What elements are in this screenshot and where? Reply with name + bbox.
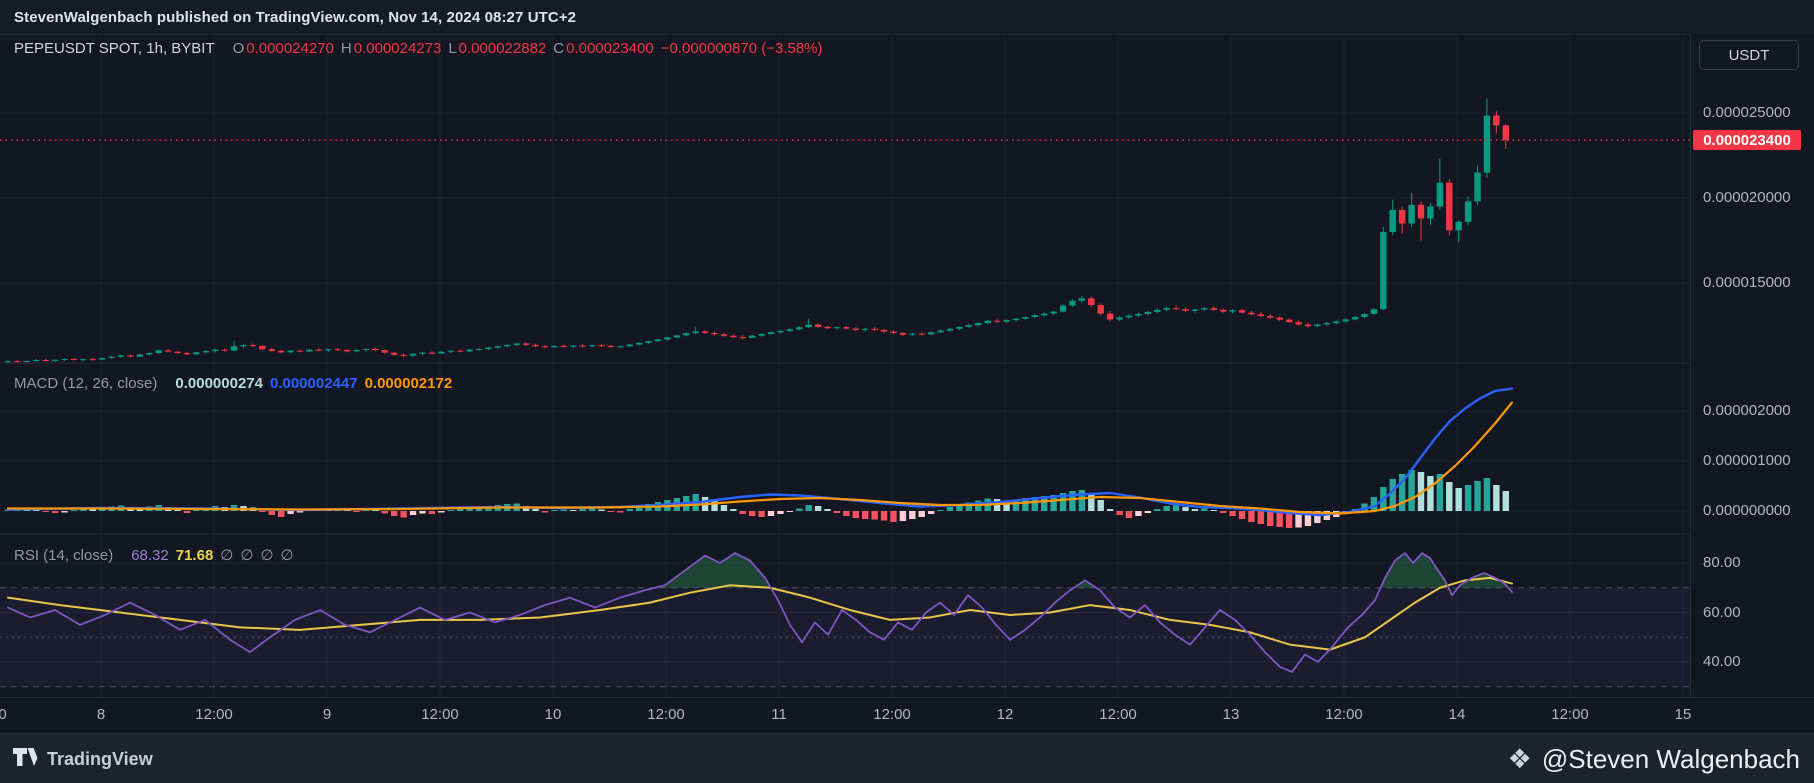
publish-banner: StevenWalgenbach published on TradingVie… bbox=[0, 0, 1814, 35]
axis-tick-label: 0.000020000 bbox=[1703, 189, 1791, 206]
time-tick-label: 15 bbox=[1674, 706, 1692, 723]
tradingview-screenshot: StevenWalgenbach published on TradingVie… bbox=[0, 0, 1814, 783]
macd-legend[interactable]: MACD (12, 26, close) 0.000000274 0.00000… bbox=[14, 375, 452, 392]
low-value: 0.000022882 bbox=[458, 40, 547, 57]
time-tick-label: 12:00 bbox=[1325, 706, 1363, 723]
author-credit: ❖ @Steven Walgenbach bbox=[1508, 744, 1800, 775]
tradingview-brand[interactable]: TradingView bbox=[13, 748, 153, 770]
axis-tick-label: 80.00 bbox=[1703, 554, 1741, 571]
axis-tick-label: 0.000002000 bbox=[1703, 402, 1791, 419]
open-label: O bbox=[232, 40, 245, 57]
author-credit-label: @Steven Walgenbach bbox=[1541, 743, 1800, 774]
macd-line-value: 0.000002447 bbox=[269, 375, 358, 392]
axis-tick-label: 60.00 bbox=[1703, 603, 1741, 621]
time-tick-label: 9 bbox=[322, 706, 332, 723]
currency-toggle-button[interactable]: USDT bbox=[1699, 40, 1799, 70]
rsi-ma-value: 71.68 bbox=[175, 546, 214, 564]
time-tick-label: 12:00 bbox=[195, 706, 233, 723]
time-tick-label: 11 bbox=[771, 706, 787, 723]
time-tick-label: 12:00 bbox=[1551, 706, 1589, 723]
tradingview-logo-icon bbox=[13, 748, 38, 766]
time-tick-label: 12:00 bbox=[421, 706, 459, 723]
chart-canvas[interactable] bbox=[0, 34, 1690, 697]
axis-tick-label: 0.000000000 bbox=[1703, 502, 1791, 519]
close-value: 0.000023400 bbox=[566, 40, 654, 57]
macd-title[interactable]: MACD (12, 26, close) bbox=[14, 375, 157, 392]
time-tick-label: 12:00 bbox=[873, 706, 911, 723]
macd-hist-value: 0.000000274 bbox=[175, 375, 263, 392]
axis-tick-label: 0.000015000 bbox=[1703, 274, 1791, 291]
axis-tick-label: 0.000025000 bbox=[1703, 104, 1791, 121]
high-label: H bbox=[340, 40, 352, 57]
last-price-badge: 0.000023400 bbox=[1693, 130, 1801, 151]
diamond-logo-icon: ❖ bbox=[1507, 743, 1532, 774]
rsi-empty-2: ∅ bbox=[240, 547, 254, 564]
time-tick-label: 13 bbox=[1222, 706, 1240, 723]
symbol-legend[interactable]: PEPEUSDT SPOT, 1h, BYBIT O 0.000024270 H… bbox=[14, 40, 823, 57]
time-tick-label: 12:00 bbox=[1099, 706, 1137, 723]
axis-tick-label: 40.00 bbox=[1703, 653, 1741, 670]
axis-tick-label: 0.000001000 bbox=[1703, 452, 1791, 469]
time-tick-label: 12:00 bbox=[647, 706, 685, 723]
high-value: 0.000024273 bbox=[353, 40, 442, 57]
symbol-title[interactable]: PEPEUSDT SPOT, 1h, BYBIT bbox=[14, 40, 215, 57]
rsi-legend[interactable]: RSI (14, close) 68.32 71.68 ∅ ∅ ∅ ∅ bbox=[14, 546, 294, 565]
time-tick-label: 10 bbox=[544, 706, 562, 723]
time-tick-label: 14 bbox=[1448, 706, 1466, 723]
footer-bar: TradingView ❖ @Steven Walgenbach bbox=[0, 733, 1814, 783]
change-value: −0.000000870 (−3.58%) bbox=[660, 40, 823, 57]
time-tick-label: 12 bbox=[996, 706, 1014, 723]
low-label: L bbox=[448, 40, 457, 57]
time-tick-label: 12:00 bbox=[0, 706, 7, 723]
rsi-empty-3: ∅ bbox=[260, 547, 274, 564]
tradingview-brand-label[interactable]: TradingView bbox=[47, 749, 153, 770]
price-axis[interactable]: USDT 0.000025000 0.000020000 0.000015000 0.… bbox=[1690, 34, 1814, 697]
open-value: 0.000024270 bbox=[246, 40, 334, 57]
rsi-empty-4: ∅ bbox=[280, 547, 294, 564]
macd-signal-value: 0.000002172 bbox=[364, 375, 453, 392]
publish-text: StevenWalgenbach published on TradingVie… bbox=[14, 8, 577, 26]
rsi-value: 68.32 bbox=[131, 546, 169, 564]
rsi-empty-1: ∅ bbox=[220, 547, 234, 564]
time-axis[interactable]: 12:00 8 12:00 9 12:00 10 12:00 11 12:00 12 12:00 13… bbox=[0, 697, 1814, 734]
close-label: C bbox=[553, 40, 565, 57]
time-tick-label: 8 bbox=[96, 706, 106, 723]
rsi-title[interactable]: RSI (14, close) bbox=[14, 547, 113, 564]
